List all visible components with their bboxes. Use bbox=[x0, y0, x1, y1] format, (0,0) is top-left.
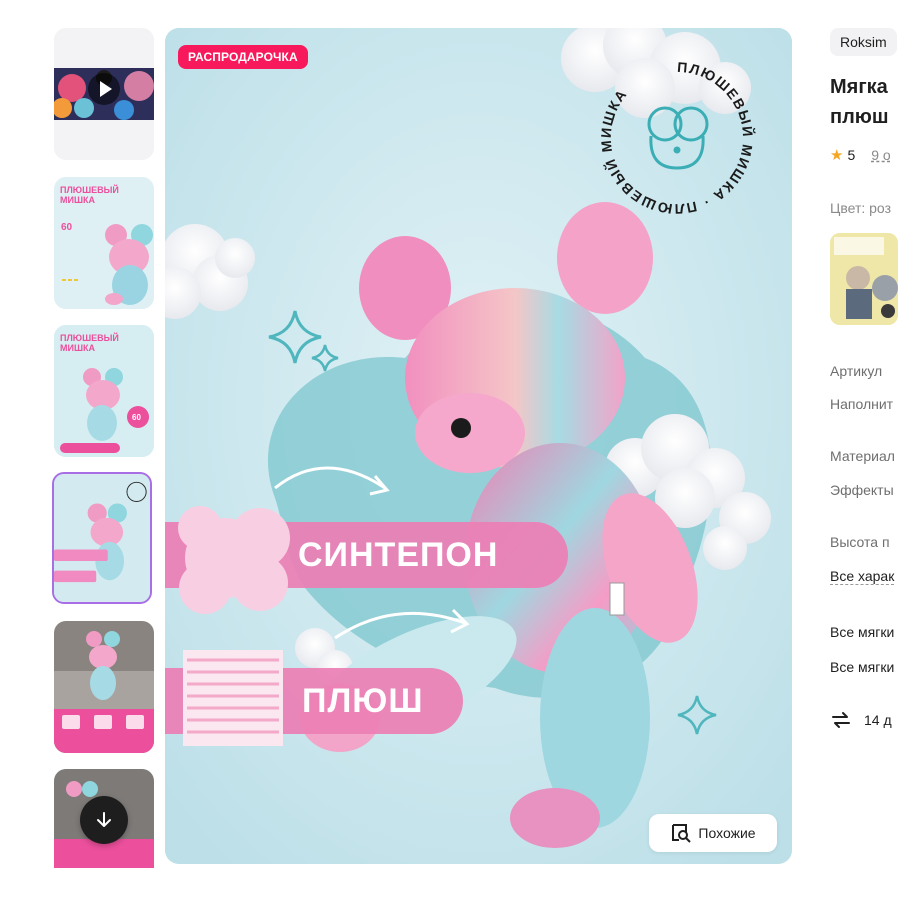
search-similar-icon bbox=[672, 824, 692, 843]
star-icon: ★ bbox=[830, 147, 844, 164]
color-swatch-image bbox=[830, 233, 898, 325]
thumbnail-strip: ПЛЮШЕВЫЙ МИШКА 60 ПЛЮШЕВЫЙ МИШКА 60 bbox=[52, 28, 156, 868]
product-title: Мягка плюш bbox=[830, 72, 889, 132]
product-info-panel: Roksim Мягка плюш ★ 5 9 о Цвет: роз Арти… bbox=[830, 28, 900, 788]
bear-photo-thumbnail-art bbox=[54, 621, 154, 753]
thumbnail-image-2[interactable]: ПЛЮШЕВЫЙ МИШКА 60 bbox=[54, 177, 154, 309]
similar-button-label: Похожие bbox=[698, 825, 756, 841]
return-policy-row[interactable]: 14 д bbox=[830, 710, 892, 730]
attr-material-label: Материал bbox=[830, 448, 895, 464]
color-option-swatch[interactable] bbox=[830, 233, 898, 325]
stamp-text: ПЛЮШЕВЫЙ МИШКА · ПЛЮШЕВЫЙ МИШКА bbox=[598, 59, 756, 217]
rating-value: 5 bbox=[847, 147, 856, 163]
reviews-link[interactable]: 9 о bbox=[871, 147, 890, 163]
bear-thumbnail-art bbox=[54, 474, 150, 602]
thumbnail-image-3[interactable]: ПЛЮШЕВЫЙ МИШКА 60 bbox=[54, 325, 154, 457]
attr-article-label: Артикул bbox=[830, 363, 883, 379]
thumbnail-price: 60 bbox=[132, 413, 141, 422]
thumbnail-image-5[interactable] bbox=[54, 621, 154, 753]
sale-badge: РАСПРОДАРОЧКА bbox=[178, 45, 308, 69]
exchange-arrows-icon bbox=[832, 712, 850, 728]
main-product-image[interactable]: ПЛЮШЕВЫЙ МИШКА · ПЛЮШЕВЫЙ МИШКА РАСПРОДА… bbox=[165, 28, 792, 864]
brand-chip[interactable]: Roksim bbox=[830, 28, 897, 56]
thumbnail-title: ПЛЮШЕВЫЙ МИШКА bbox=[60, 185, 119, 205]
arrow-down-icon bbox=[97, 812, 111, 827]
attr-filler-label: Наполнит bbox=[830, 396, 894, 412]
rating-row: ★ 5 9 о bbox=[830, 146, 891, 164]
return-policy-text: 14 д bbox=[864, 712, 892, 728]
thumbnail-video[interactable] bbox=[54, 28, 154, 160]
scroll-down-button[interactable] bbox=[80, 796, 128, 844]
all-characteristics-link[interactable]: Все харак bbox=[830, 568, 895, 585]
material-label-fabric: ПЛЮШ bbox=[302, 682, 424, 720]
attr-effects-label: Эффекты bbox=[830, 482, 894, 498]
product-title-line-1: Мягка bbox=[830, 76, 888, 98]
brand-stamp-ring: ПЛЮШЕВЫЙ МИШКА · ПЛЮШЕВЫЙ МИШКА bbox=[598, 59, 757, 217]
svg-text:ПЛЮШЕВЫЙ МИШКА · ПЛЮШЕВЫЙ МИШК: ПЛЮШЕВЫЙ МИШКА · ПЛЮШЕВЫЙ МИШКА bbox=[598, 59, 757, 217]
thumbnail-image-4-selected[interactable] bbox=[52, 472, 152, 604]
color-label: Цвет: роз bbox=[830, 200, 891, 216]
thumbnail-price: 60 bbox=[61, 222, 73, 233]
thumbnail-title: ПЛЮШЕВЫЙ МИШКА bbox=[60, 333, 119, 353]
attr-height-label: Высота п bbox=[830, 534, 890, 550]
similar-button[interactable]: Похожие bbox=[649, 814, 777, 852]
all-soft-toys-link-1[interactable]: Все мягки bbox=[830, 624, 894, 640]
all-soft-toys-link-2[interactable]: Все мягки bbox=[830, 659, 894, 675]
play-icon[interactable] bbox=[88, 73, 120, 105]
product-title-line-2: плюш bbox=[830, 106, 889, 128]
material-label-filler: СИНТЕПОН bbox=[298, 536, 499, 574]
